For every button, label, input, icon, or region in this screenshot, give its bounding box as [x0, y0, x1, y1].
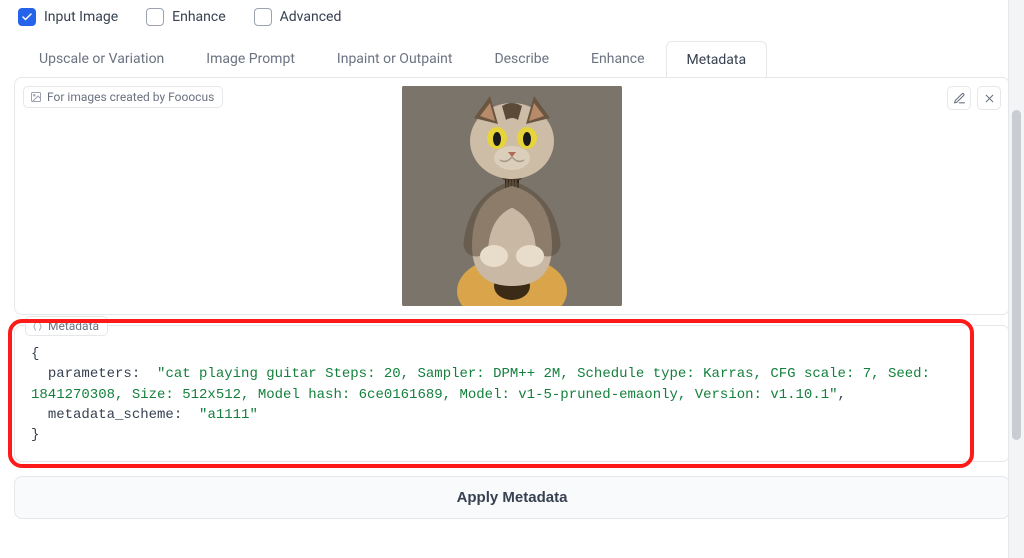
checkbox-enhance[interactable]: Enhance	[146, 8, 226, 26]
tab-enhance[interactable]: Enhance	[570, 40, 666, 77]
tab-prompt[interactable]: Image Prompt	[185, 40, 316, 77]
checkbox-advanced[interactable]: Advanced	[254, 8, 342, 26]
metadata-box: Metadata { parameters: "cat playing guit…	[14, 325, 1010, 462]
panel-caption-text: For images created by Fooocus	[47, 90, 214, 104]
metadata-json[interactable]: { parameters: "cat playing guitar Steps:…	[31, 344, 993, 445]
remove-image-button[interactable]	[977, 86, 1001, 110]
panel-actions	[947, 86, 1001, 110]
tab-describe[interactable]: Describe	[473, 40, 570, 77]
tabs-bar: Upscale or Variation Image Prompt Inpain…	[14, 40, 1010, 77]
metadata-label-badge: Metadata	[25, 316, 108, 336]
checkbox-box	[18, 8, 36, 26]
image-drop-panel[interactable]: For images created by Fooocus	[14, 77, 1010, 315]
tab-upscale[interactable]: Upscale or Variation	[18, 40, 185, 77]
scrollbar-thumb[interactable]	[1012, 110, 1021, 440]
checkbox-box	[146, 8, 164, 26]
checkbox-label: Advanced	[280, 9, 342, 25]
options-row: Input Image Enhance Advanced	[14, 0, 1010, 40]
checkbox-label: Enhance	[172, 9, 226, 25]
edit-image-button[interactable]	[947, 86, 971, 110]
apply-metadata-button[interactable]: Apply Metadata	[14, 476, 1010, 519]
metadata-label-text: Metadata	[48, 319, 99, 333]
image-preview[interactable]	[402, 86, 622, 306]
metadata-section: Metadata { parameters: "cat playing guit…	[14, 325, 1010, 462]
tab-inpaint[interactable]: Inpaint or Outpaint	[316, 40, 474, 77]
vertical-scrollbar[interactable]	[1008, 0, 1024, 558]
checkbox-box	[254, 8, 272, 26]
tab-metadata[interactable]: Metadata	[666, 41, 768, 78]
panel-caption-badge: For images created by Fooocus	[23, 86, 223, 108]
checkbox-input-image[interactable]: Input Image	[18, 8, 118, 26]
checkbox-label: Input Image	[44, 9, 118, 25]
